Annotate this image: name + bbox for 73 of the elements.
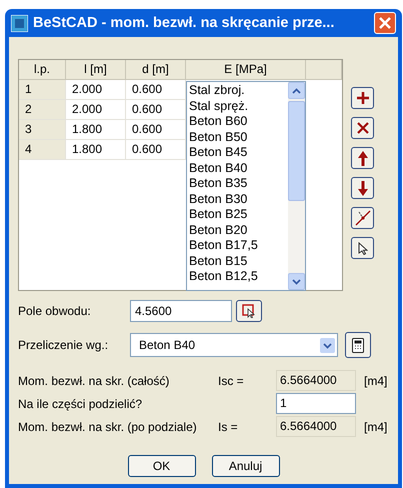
- list-item[interactable]: Beton B40: [189, 160, 288, 176]
- pick-area-button[interactable]: [236, 300, 262, 322]
- close-button[interactable]: [374, 12, 396, 34]
- list-item[interactable]: Beton B20: [189, 222, 288, 238]
- arrow-down-icon: [358, 180, 368, 196]
- add-button[interactable]: [351, 87, 374, 109]
- column-header: [306, 60, 342, 80]
- list-item[interactable]: Beton B17,5: [189, 238, 288, 254]
- result-label: Mom. bezwł. na skr. (po podziale): [18, 420, 198, 434]
- scrollbar[interactable]: [288, 82, 305, 290]
- table-cell: 0.600: [126, 80, 186, 100]
- result-value: 6.5664000: [276, 416, 356, 437]
- column-header: l [m]: [66, 60, 126, 80]
- window-title: BeStCAD - mom. bezwł. na skręcanie prze...: [33, 15, 336, 31]
- caret-down-icon: [292, 278, 301, 284]
- table-cell: 0.600: [126, 100, 186, 120]
- list-item[interactable]: Beton B60: [189, 114, 288, 130]
- dropdown-caret-icon: [320, 338, 335, 352]
- row-number: 4: [19, 140, 66, 160]
- scroll-up-button[interactable]: [288, 82, 305, 99]
- list-item[interactable]: Beton B35: [189, 176, 288, 192]
- table-cell: 2.000: [66, 80, 126, 100]
- arrow-up-icon: [358, 150, 368, 166]
- table-cell: 1.800: [66, 140, 126, 160]
- plus-icon: [356, 91, 370, 105]
- calculator-icon: [352, 338, 364, 352]
- select-icon: [242, 304, 256, 318]
- symbol-label: Isc =: [218, 374, 245, 388]
- list-item[interactable]: Beton B45: [189, 145, 288, 160]
- pick-button[interactable]: [351, 237, 374, 259]
- cancel-button[interactable]: Anuluj: [212, 455, 280, 477]
- row-number: 1: [19, 80, 66, 100]
- field-label: Na ile części podzielić?: [18, 396, 144, 410]
- split-line-icon: [354, 210, 370, 226]
- caret-up-icon: [292, 88, 301, 94]
- split-button[interactable]: [351, 207, 374, 229]
- scroll-thumb[interactable]: [288, 101, 305, 201]
- down-button[interactable]: [351, 177, 374, 199]
- list-item[interactable]: Stal spręż.: [189, 98, 288, 114]
- field-label: Pole obwodu:: [18, 304, 92, 318]
- column-header: d [m]: [126, 60, 186, 80]
- field-label: Przeliczenie wg.:: [18, 338, 110, 352]
- table-cell: 0.600: [126, 120, 186, 140]
- table-cell: 2.000: [66, 100, 126, 120]
- input-field[interactable]: 1: [276, 393, 356, 414]
- list-item[interactable]: Beton B15: [189, 254, 288, 269]
- unit-label: [m4]: [363, 374, 388, 388]
- cross-icon: [356, 121, 370, 135]
- column-header: E [MPa]: [186, 60, 306, 80]
- list-item[interactable]: Beton B25: [189, 207, 288, 222]
- list-item[interactable]: Beton B50: [189, 130, 288, 145]
- row-number: 2: [19, 100, 66, 120]
- result-value: 6.5664000: [276, 370, 356, 391]
- list-item[interactable]: Beton B12,5: [189, 269, 288, 284]
- table-cell: 1.800: [66, 120, 126, 140]
- calculator-button[interactable]: [345, 332, 371, 358]
- scroll-down-button[interactable]: [288, 273, 305, 290]
- close-icon: [379, 17, 391, 29]
- delete-button[interactable]: [351, 117, 374, 139]
- table-cell: 0.600: [126, 140, 186, 160]
- list-item[interactable]: Beton B30: [189, 192, 288, 207]
- ok-button[interactable]: OK: [128, 455, 196, 477]
- cursor-icon: [358, 242, 368, 254]
- list-item[interactable]: Stal zbroj.: [189, 83, 288, 98]
- input-field[interactable]: 4.5600: [130, 300, 232, 322]
- result-label: Mom. bezwł. na skr. (całość): [18, 374, 170, 388]
- unit-label: [m4]: [363, 420, 388, 434]
- column-header: l.p.: [19, 60, 66, 80]
- material-select[interactable]: Beton B40: [130, 333, 338, 357]
- row-number: 3: [19, 120, 66, 140]
- symbol-label: Is =: [218, 420, 239, 434]
- app-icon: [11, 14, 28, 32]
- up-button[interactable]: [351, 147, 374, 169]
